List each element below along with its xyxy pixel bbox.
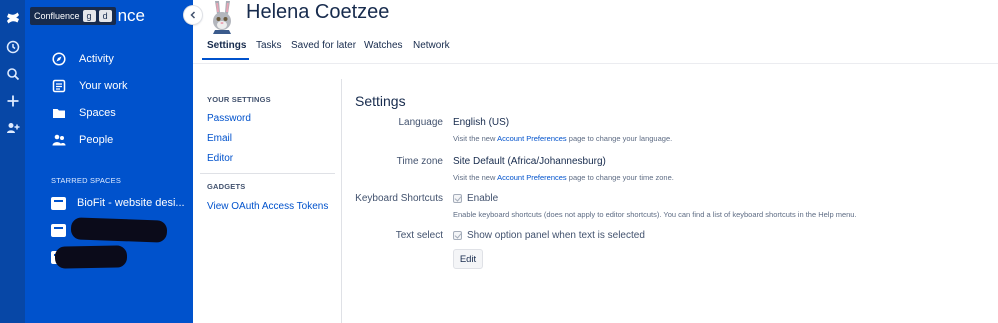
keyboard-shortcuts-checkbox[interactable] [453,194,462,203]
timezone-help: Visit the new Account Preferences page t… [453,173,674,182]
text-select-option-label: Show option panel when text is selected [467,230,645,241]
starred-spaces-heading: STARRED SPACES [51,176,122,185]
keyboard-shortcuts-option-label: Enable [467,193,499,204]
your-settings-heading: YOUR SETTINGS [207,95,271,104]
edit-button[interactable]: Edit [453,249,483,269]
starred-space-label: BioFit - website desi... [77,197,185,209]
text-select-label: Text select [395,230,443,241]
account-preferences-link[interactable]: Account Preferences [497,134,567,143]
menu-link-oauth-tokens[interactable]: View OAuth Access Tokens [207,201,328,212]
active-tab-indicator [202,58,249,60]
language-label: Language [398,117,444,128]
text-select-option: Show option panel when text is selected [453,230,645,241]
header-divider [193,63,998,64]
settings-title: Settings [355,93,406,109]
sidebar-item-label: Your work [79,80,128,92]
sidebar-item-label: People [79,134,114,146]
tooltip-label: Confluence [34,11,80,21]
gadgets-heading: GADGETS [207,182,246,191]
folder-icon [51,105,67,121]
menu-link-email[interactable]: Email [207,133,232,144]
sidebar-item-people[interactable]: People [51,130,191,150]
content-divider [341,79,342,323]
sidebar-brand[interactable]: Confluence g d nce [30,6,145,26]
timezone-label: Time zone [396,156,443,167]
keyboard-shortcuts-label: Keyboard Shortcuts [355,193,443,204]
create-icon[interactable] [0,90,25,112]
space-icon [51,196,66,210]
help-text: Visit the new [453,134,496,143]
tab-network[interactable]: Network [413,40,450,51]
page-title: Helena Coetzee [246,1,390,23]
avatar [208,0,236,34]
menu-link-password[interactable]: Password [207,113,251,124]
confluence-logo-icon[interactable] [0,7,25,29]
sidebar: Confluence g d nce Activity Your work Sp… [25,0,193,323]
keyboard-shortcuts-option: Enable [453,193,498,204]
space-icon [51,223,66,237]
redaction-scribble [54,245,128,269]
help-text: page to change your time zone. [568,173,674,182]
menu-link-editor[interactable]: Editor [207,153,233,164]
redaction-scribble [70,217,168,243]
starred-space-item[interactable]: BioFit - website desi... [51,194,185,212]
help-text: Visit the new [453,173,496,182]
language-value: English (US) [453,117,510,128]
account-preferences-link[interactable]: Account Preferences [497,173,567,182]
text-select-checkbox[interactable] [453,231,462,240]
people-icon [51,132,67,148]
sidebar-item-label: Activity [79,53,114,65]
sidebar-item-your-work[interactable]: Your work [51,76,191,96]
compass-icon [51,51,67,67]
shortcut-key-g: g [82,10,96,22]
tab-tasks[interactable]: Tasks [256,40,282,51]
sidebar-item-spaces[interactable]: Spaces [51,103,191,123]
confluence-tooltip: Confluence g d [30,7,116,25]
global-rail [0,0,25,323]
tab-watches[interactable]: Watches [364,40,403,51]
tab-saved-for-later[interactable]: Saved for later [291,40,356,51]
sidebar-item-activity[interactable]: Activity [51,49,191,69]
menu-divider [200,173,335,174]
shortcut-key-d: d [98,10,112,22]
invite-people-icon[interactable] [0,117,25,139]
collapse-sidebar-button[interactable] [184,6,202,24]
timezone-value: Site Default (Africa/Johannesburg) [453,156,606,167]
brand-name: nce [117,6,145,25]
tab-settings[interactable]: Settings [207,40,246,51]
help-text: page to change your language. [568,134,673,143]
keyboard-shortcuts-help: Enable keyboard shortcuts (does not appl… [453,210,857,219]
recent-icon[interactable] [0,36,25,58]
document-icon [51,78,67,94]
language-help: Visit the new Account Preferences page t… [453,134,672,143]
search-icon[interactable] [0,63,25,85]
chevron-left-icon [190,11,196,19]
sidebar-item-label: Spaces [79,107,116,119]
